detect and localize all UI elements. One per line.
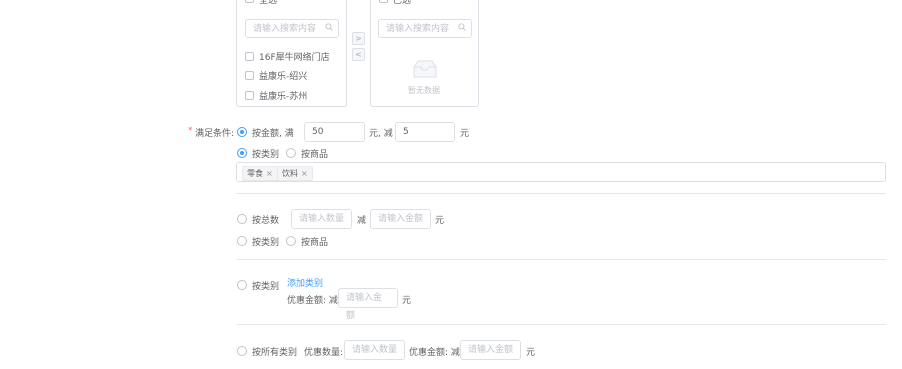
- empty-box-icon: [410, 59, 440, 82]
- section-divider-3: [236, 324, 886, 325]
- amount-radio[interactable]: [237, 127, 247, 137]
- transfer-left-panel: 全选 请输入搜索内容 16F犀牛网络门店 益康乐-绍兴 益康乐-苏州: [236, 0, 347, 107]
- transfer-left-search-placeholder: 请输入搜索内容: [253, 24, 317, 34]
- all-categories-unit: 元: [526, 348, 536, 358]
- total-amount-placeholder: 请输入金额: [378, 214, 424, 224]
- full-amount-value: 50: [312, 127, 324, 137]
- total-product-label: 按商品: [301, 238, 329, 248]
- all-categories-amount-input[interactable]: 请输入金额: [460, 340, 521, 360]
- transfer-item-label-3: 益康乐-苏州: [259, 92, 308, 102]
- tag-snack: 零食 ×: [242, 166, 278, 181]
- transfer-right-search-placeholder: 请输入搜索内容: [386, 24, 450, 34]
- scope-product-radio[interactable]: [286, 148, 296, 158]
- transfer-item-label-1: 16F犀牛网络门店: [259, 53, 330, 63]
- by-category-radio[interactable]: [237, 280, 247, 290]
- all-categories-amount-placeholder: 请输入金额: [468, 345, 514, 355]
- total-count-radio[interactable]: [237, 214, 247, 224]
- transfer-right-select-all-checkbox[interactable]: [379, 0, 388, 3]
- transfer-empty-text: 暂无数据: [408, 86, 440, 95]
- close-icon[interactable]: ×: [301, 167, 308, 180]
- all-categories-radio[interactable]: [237, 346, 247, 356]
- search-icon: [458, 20, 466, 38]
- transfer-item-checkbox-2[interactable]: [245, 71, 254, 80]
- full-amount-input[interactable]: 50: [304, 122, 365, 142]
- add-category-link[interactable]: 添加类别: [287, 276, 323, 289]
- total-category-label: 按类别: [252, 238, 280, 248]
- all-categories-amount-label: 优惠金额: 减: [409, 348, 460, 358]
- amount-option-label: 按金额, 满: [252, 129, 294, 139]
- all-categories-count-placeholder: 请输入数量: [352, 345, 398, 355]
- search-icon: [325, 20, 333, 38]
- transfer-left-search-input[interactable]: 请输入搜索内容: [245, 19, 339, 38]
- tag-drink: 饮料 ×: [277, 166, 313, 181]
- tag-drink-label: 饮料: [282, 169, 298, 178]
- total-count-placeholder: 请输入数量: [299, 214, 345, 224]
- total-amount-input[interactable]: 请输入金额: [370, 209, 431, 229]
- by-category-amount-input[interactable]: 请输入金额: [338, 288, 398, 321]
- total-category-radio[interactable]: [237, 236, 247, 246]
- tag-snack-label: 零食: [247, 169, 263, 178]
- transfer-left-select-all-checkbox[interactable]: [245, 0, 254, 3]
- transfer-right-panel: 已选 请输入搜索内容 暂无数据: [370, 0, 479, 107]
- transfer-item-checkbox-3[interactable]: [245, 91, 254, 100]
- unit-after-full: 元, 减: [369, 129, 393, 139]
- total-count-input[interactable]: 请输入数量: [291, 209, 352, 229]
- reduce-amount-value: 5: [403, 127, 409, 137]
- amount-unit: 元: [460, 129, 470, 139]
- category-tag-select[interactable]: 零食 × 饮料 ×: [236, 162, 886, 182]
- section-divider-2: [236, 259, 886, 260]
- scope-category-label: 按类别: [252, 150, 280, 160]
- total-count-label: 按总数: [252, 216, 280, 226]
- scope-product-label: 按商品: [301, 150, 329, 160]
- by-category-unit: 元: [402, 296, 412, 306]
- total-product-radio[interactable]: [286, 236, 296, 246]
- by-category-label: 按类别: [252, 282, 280, 292]
- condition-label: 满足条件:: [195, 129, 235, 139]
- transfer-right-header: 已选: [393, 0, 412, 6]
- total-reduce-label: 减: [357, 216, 367, 226]
- all-categories-label: 按所有类别: [252, 348, 298, 358]
- scope-category-radio[interactable]: [237, 148, 247, 158]
- required-mark: *: [188, 126, 193, 136]
- transfer-item-checkbox-1[interactable]: [245, 52, 254, 61]
- transfer-to-left-button[interactable]: <: [352, 48, 365, 61]
- all-categories-count-label: 优惠数量:: [304, 348, 344, 358]
- transfer-to-right-button[interactable]: >: [352, 32, 365, 45]
- transfer-right-search-input[interactable]: 请输入搜索内容: [378, 19, 472, 38]
- by-category-discount-label: 优惠金额: 减: [287, 296, 338, 306]
- by-category-amount-placeholder: 请输入金额: [346, 293, 383, 321]
- close-icon[interactable]: ×: [266, 167, 273, 180]
- all-categories-count-input[interactable]: 请输入数量: [344, 340, 405, 360]
- transfer-item-label-2: 益康乐-绍兴: [259, 72, 308, 82]
- total-unit: 元: [435, 216, 445, 226]
- section-divider-1: [236, 193, 886, 194]
- reduce-amount-input[interactable]: 5: [395, 122, 455, 142]
- transfer-left-header: 全选: [259, 0, 278, 6]
